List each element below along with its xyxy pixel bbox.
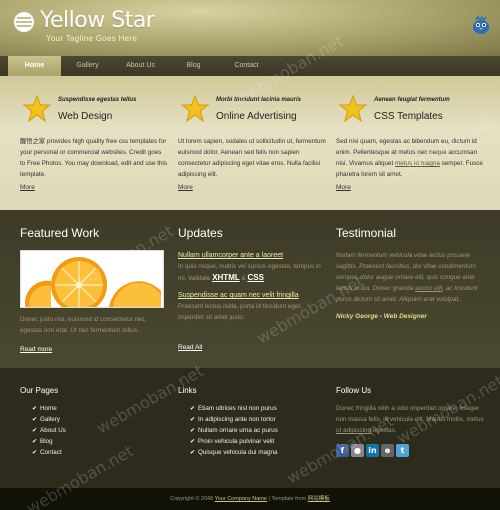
service-kicker: Suspendisse egestas tellus — [58, 97, 137, 103]
footer-page-link[interactable]: Gallery — [32, 414, 166, 425]
more-link[interactable]: More — [336, 184, 351, 191]
footer-link[interactable]: Quisque vehicula dui magna — [190, 447, 324, 458]
update-title-link[interactable]: Nullam ullamcorper ante a laoreet — [178, 250, 324, 261]
nav-item-gallery[interactable]: Gallery — [61, 56, 114, 76]
follow-heading: Follow Us — [336, 386, 372, 395]
footer-links-heading: Links — [178, 386, 197, 395]
more-link[interactable]: More — [178, 184, 193, 191]
read-more-link[interactable]: Read more — [20, 346, 52, 353]
more-link[interactable]: More — [20, 184, 35, 191]
service-title: Web Design — [58, 111, 113, 122]
testimonial-quote: Nullam fermentum vehicula vitae lectus p… — [336, 252, 478, 303]
star-icon — [180, 94, 210, 123]
follow-text: Donec fringilla nibh a odio imperdiet or… — [336, 405, 484, 434]
nav-item-home[interactable]: Home — [8, 56, 61, 76]
twitter-icon[interactable]: t — [396, 444, 409, 457]
featured-work-column: Featured Work Donec justo nisi, euismod … — [20, 226, 166, 366]
xhtml-link[interactable]: XHTML — [212, 273, 240, 282]
footer-link[interactable]: In adipiscing ante non tortor — [190, 414, 324, 425]
update-title-link[interactable]: Suspendisse ac quam nec velit fringilla — [178, 290, 324, 301]
logo-star-icon — [14, 12, 34, 32]
footer-page-link[interactable]: Home — [32, 403, 166, 414]
service-title: CSS Templates — [374, 111, 443, 122]
star-icon — [338, 94, 368, 123]
follow-link[interactable]: ut adipiscing — [336, 427, 371, 434]
rss-bird-icon[interactable] — [470, 14, 492, 36]
footer: Our Pages Home Gallery About Us Blog Con… — [0, 368, 500, 488]
service-text: Sed nisi quam, egestas ac bibendum eu, d… — [336, 138, 483, 178]
footer-page-link[interactable]: Contact — [32, 447, 166, 458]
updates-heading: Updates — [178, 226, 223, 240]
service-kicker: Morbi tincidunt lacinia mauris — [216, 97, 302, 103]
services-section: Suspendisse egestas tellus Web Design 醒悟… — [0, 76, 500, 210]
read-all-link[interactable]: Read All — [178, 344, 202, 351]
logo-title[interactable]: Yellow Star — [40, 8, 155, 33]
service-title: Online Advertising — [216, 111, 297, 122]
myspace-icon[interactable]: ꙩ — [381, 444, 394, 457]
template-source-link[interactable]: 网站模板 — [308, 496, 330, 502]
update-text: In quis neque, mattis vel cursus egestas… — [178, 263, 321, 282]
featured-orange-image[interactable] — [20, 250, 164, 308]
linkedin-icon[interactable]: in — [366, 444, 379, 457]
main-nav: Home Gallery About Us Blog Contact — [0, 56, 500, 76]
update-text: Praesent lectus nulla, porta id tincidun… — [178, 303, 302, 321]
update-item: Nullam ullamcorper ante a laoreet In qui… — [178, 250, 324, 284]
nav-item-about-us[interactable]: About Us — [114, 56, 167, 76]
copyright-bar: Copyright © 2048 Your Company Name | Tem… — [0, 488, 500, 510]
service-kicker: Aenean feugiat fermentum — [374, 97, 450, 103]
nav-item-blog[interactable]: Blog — [167, 56, 220, 76]
service-text: Ut lorem sapien, sodales ut sollicitudin… — [178, 138, 326, 178]
testimonial-heading: Testimonial — [336, 226, 397, 240]
footer-link[interactable]: Etiam ultrices nisl non purus — [190, 403, 324, 414]
content-section: Featured Work Donec justo nisi, euismod … — [0, 210, 500, 368]
footer-pages-heading: Our Pages — [20, 386, 59, 395]
css-link[interactable]: CSS — [247, 273, 263, 282]
orange-slices-image — [21, 251, 163, 307]
testimonial-column: Testimonial Nullam fermentum vehicula vi… — [336, 226, 484, 320]
logo-tagline: Your Tagline Goes Here — [46, 34, 138, 43]
featured-work-text: Donec justo nisi, euismod id consectetur… — [20, 316, 147, 334]
update-item: Suspendisse ac quam nec velit fringilla … — [178, 290, 324, 323]
header: Yellow Star Your Tagline Goes Here — [0, 0, 500, 56]
company-link[interactable]: Your Company Name — [215, 496, 267, 502]
footer-page-link[interactable]: About Us — [32, 425, 166, 436]
footer-links: Links Etiam ultrices nisl non purus In a… — [178, 386, 324, 458]
quote-link[interactable]: auctor elit — [415, 285, 442, 292]
footer-page-link[interactable]: Blog — [32, 436, 166, 447]
facebook-icon[interactable]: f — [336, 444, 349, 457]
footer-follow: Follow Us Donec fringilla nibh a odio im… — [336, 386, 484, 457]
footer-pages: Our Pages Home Gallery About Us Blog Con… — [20, 386, 166, 458]
footer-link[interactable]: Proin vehicula pulvinar velit — [190, 436, 324, 447]
service-text: 醒悟之家 provides high quality free css temp… — [20, 138, 168, 178]
testimonial-author: Nicky George - Web Designer — [336, 313, 427, 320]
text-link[interactable]: metus id magna — [395, 160, 440, 167]
social-icons: f ● in ꙩ t — [336, 444, 484, 457]
featured-work-heading: Featured Work — [20, 226, 100, 240]
updates-column: Updates Nullam ullamcorper ante a laoree… — [178, 226, 324, 366]
flickr-icon[interactable]: ● — [351, 444, 364, 457]
footer-link[interactable]: Nullam ornare urna ac purus — [190, 425, 324, 436]
nav-item-contact[interactable]: Contact — [220, 56, 273, 76]
star-icon — [22, 94, 52, 123]
